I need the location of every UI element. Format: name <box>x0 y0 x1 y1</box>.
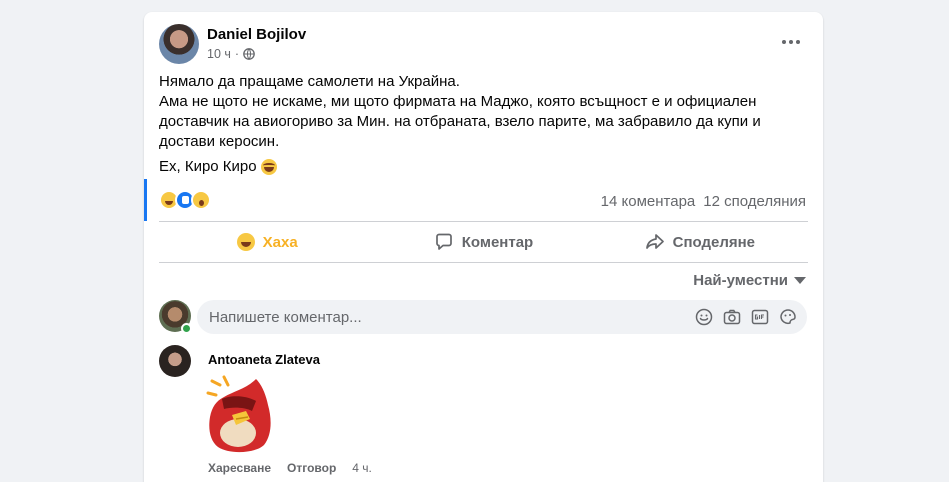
angry-bird-laughing-sticker <box>206 375 271 453</box>
divider <box>159 262 808 263</box>
author-name[interactable]: Daniel Bojilov <box>207 26 306 43</box>
reactions-summary[interactable] <box>159 190 211 210</box>
commenter-avatar[interactable] <box>159 345 191 377</box>
post-text: Нямало да пращаме самолети на Украйна. А… <box>159 72 799 182</box>
share-button[interactable]: Споделяне <box>592 222 808 262</box>
sticker-icon[interactable] <box>779 308 797 326</box>
comment-icon <box>435 233 452 250</box>
dot-icon <box>782 40 786 44</box>
comment-like-link[interactable]: Харесване <box>208 461 271 475</box>
dot-icon <box>789 40 793 44</box>
dot-icon <box>796 40 800 44</box>
comment-input[interactable] <box>209 308 689 326</box>
post-actions: Хаха Коментар Споделяне <box>159 222 808 262</box>
comment-button[interactable]: Коментар <box>375 222 591 262</box>
sort-dropdown[interactable]: Най-уместни <box>693 272 806 289</box>
globe-icon <box>243 48 255 60</box>
haha-icon <box>236 233 255 251</box>
comment-time[interactable]: 4 ч. <box>352 461 372 475</box>
camera-icon[interactable] <box>723 308 741 326</box>
comment-composer <box>197 300 807 334</box>
wow-icon <box>191 190 211 210</box>
caret-down-icon <box>794 277 806 284</box>
shares-count[interactable]: 12 споделяния <box>703 193 806 210</box>
post-counts: 14 коментара 12 споделяния <box>601 193 806 210</box>
post-time[interactable]: 10 ч <box>207 47 231 61</box>
author-avatar[interactable] <box>159 24 199 64</box>
highlight-bar <box>144 179 147 221</box>
post-line-2: Ама не щото не искаме, ми щото фирмата н… <box>159 93 761 150</box>
commenter-name[interactable]: Antoaneta Zlateva <box>208 352 320 367</box>
sort-label: Най-уместни <box>693 272 788 289</box>
haha-label: Хаха <box>262 233 298 251</box>
post-card: Daniel Bojilov 10 ч · Нямало да пращаме … <box>144 12 823 482</box>
comments-count[interactable]: 14 коментара <box>601 193 696 210</box>
haha-button[interactable]: Хаха <box>159 222 375 262</box>
composer-tools <box>695 308 797 326</box>
comment-reply-link[interactable]: Отговор <box>287 461 336 475</box>
share-label: Споделяне <box>672 233 756 251</box>
comment-label: Коментар <box>461 233 534 251</box>
post-line-3: Ех, Киро Киро <box>159 158 257 175</box>
emoji-icon[interactable] <box>695 308 713 326</box>
share-icon <box>645 234 664 249</box>
more-options-button[interactable] <box>777 32 805 52</box>
comment-actions: Харесване Отговор 4 ч. <box>208 461 372 475</box>
gif-icon[interactable] <box>751 308 769 326</box>
post-line-1: Нямало да пращаме самолети на Украйна. <box>159 73 460 90</box>
online-status-dot <box>181 323 192 334</box>
laughing-emoji-icon <box>260 159 277 175</box>
post-meta: 10 ч · <box>207 47 255 61</box>
